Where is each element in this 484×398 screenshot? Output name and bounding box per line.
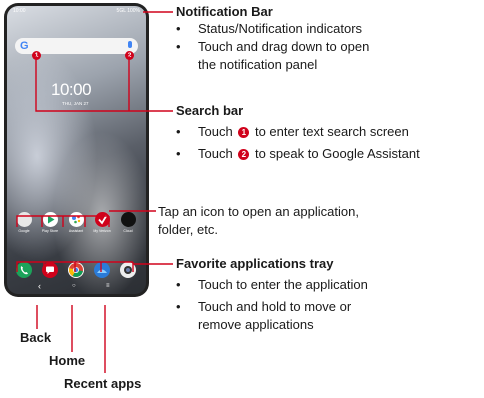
apps-description-line2: folder, etc. — [158, 222, 218, 237]
notification-bullet-cont: the notification panel — [198, 57, 318, 72]
badge-2-icon: 2 — [238, 149, 250, 160]
badge-1-icon: 1 — [238, 127, 250, 138]
favorites-bullet: • Touch and hold to move or — [176, 299, 352, 314]
search-bar-heading: Search bar — [176, 103, 244, 118]
recent-apps-label: Recent apps — [64, 376, 142, 391]
notification-bar-heading: Notification Bar — [176, 4, 273, 19]
favorites-tray-heading: Favorite applications tray — [176, 256, 334, 271]
home-label: Home — [49, 353, 86, 368]
apps-description-line1: Tap an icon to open an application, — [158, 204, 359, 219]
favorites-bullet: • Touch to enter the application — [176, 277, 368, 292]
back-label: Back — [20, 330, 52, 345]
notification-bullet: • Status/Notification indicators — [176, 21, 363, 36]
search-bullet-1: • Touch 1 to enter text search screen — [176, 124, 409, 139]
favorites-bullet-cont: remove applications — [198, 317, 314, 332]
notification-bullet: • Touch and drag down to open — [176, 39, 370, 54]
search-bullet-2: • Touch 2 to speak to Google Assistant — [176, 146, 420, 161]
